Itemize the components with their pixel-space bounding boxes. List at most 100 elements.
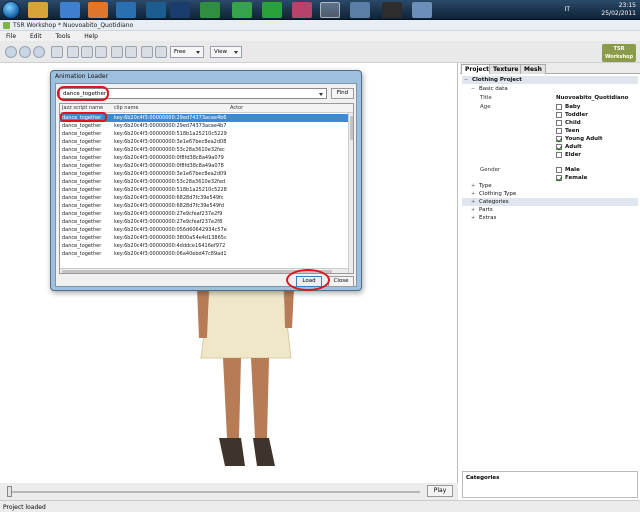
section-clothing-project[interactable]: − Clothing Project <box>462 76 638 84</box>
column-header-jazz[interactable]: Jazz script name <box>62 105 103 111</box>
menu-help[interactable]: Help <box>78 31 104 40</box>
chevron-down-icon <box>196 51 200 54</box>
chevron-down-icon[interactable] <box>319 93 323 96</box>
list-row[interactable]: dance_together key:6b20c4f3:00000000:3800… <box>60 234 348 242</box>
checkbox-label: Adult <box>565 144 582 150</box>
logo-text-workshop: Workshop <box>604 54 634 60</box>
list-row[interactable]: dance_together key:6b20c4f3:00000000:056d… <box>60 226 348 234</box>
camera-icon[interactable] <box>111 46 123 58</box>
clock[interactable]: 23:15 25/02/2011 <box>601 2 636 18</box>
checkbox[interactable] <box>556 112 562 118</box>
clip-name: key:6b20c4f3:00000000:06a40ebd47c89ad1 <box>114 251 227 257</box>
jazz-script-name: dance_together <box>62 187 102 193</box>
checkbox[interactable] <box>556 144 562 150</box>
timeline-slider-thumb[interactable] <box>7 486 12 497</box>
list-row[interactable]: dance_together key:6b20c4f3:00000000:3e1e… <box>60 170 348 178</box>
tab-mesh[interactable]: Mesh <box>520 64 546 74</box>
sims-taskbar-icon[interactable] <box>200 2 220 18</box>
list-row[interactable]: dance_together key:6b20c4f3:00000000:518b… <box>60 130 348 138</box>
checkbox[interactable] <box>556 128 562 134</box>
list-row[interactable]: dance_together key:6b20c4f3:00000000:0f8f… <box>60 154 348 162</box>
menu-edit[interactable]: Edit <box>24 31 48 40</box>
section-basic-data[interactable]: − Basic data <box>462 85 638 93</box>
firefox-taskbar-icon[interactable] <box>88 2 108 18</box>
light-icon[interactable] <box>81 46 93 58</box>
column-header-actor[interactable]: Actor <box>230 105 243 111</box>
group-row[interactable]: + Clothing Type <box>462 190 638 198</box>
scrollbar-thumb[interactable] <box>350 116 353 140</box>
tsr-workshop-taskbar-icon[interactable] <box>320 2 340 18</box>
collapse-icon[interactable]: − <box>471 87 475 92</box>
list-row[interactable]: dance_together key:6b20c4f3:00000000:6828… <box>60 194 348 202</box>
list-row[interactable]: dance_together key:6b20c4f3:00000000:4ddd… <box>60 242 348 250</box>
list-vertical-scrollbar[interactable] <box>348 113 353 273</box>
menu-tools[interactable]: Tools <box>50 31 77 40</box>
checkbox[interactable] <box>556 152 562 158</box>
explorer-taskbar-icon[interactable] <box>28 2 48 18</box>
expand-icon[interactable]: + <box>471 184 475 189</box>
list-row[interactable]: dance_together key:6b20c4f3:00000000:6828… <box>60 202 348 210</box>
property-title[interactable]: Title Nuovoabito_Quotidiano <box>462 94 638 102</box>
list-row[interactable]: dance_together key:6b20c4f3:00000000:06a4… <box>60 250 348 258</box>
column-header-clip[interactable]: clip name <box>114 105 138 111</box>
pencil-icon[interactable] <box>155 46 167 58</box>
camera-mode-dropdown[interactable]: Free <box>170 46 204 58</box>
expand-icon[interactable]: + <box>471 192 475 197</box>
view-mode-icon-3[interactable] <box>33 46 45 58</box>
list-row[interactable]: dance_together key:6b20c4f3:00000000:0f8f… <box>60 162 348 170</box>
app-taskbar-icon-3[interactable] <box>292 2 312 18</box>
checkbox[interactable] <box>556 167 562 173</box>
checkbox[interactable] <box>556 120 562 126</box>
view-mode-icon-2[interactable] <box>19 46 31 58</box>
group-row[interactable]: + Extras <box>462 214 638 222</box>
shadow-icon[interactable] <box>95 46 107 58</box>
jazz-script-name: dance_together <box>62 251 102 257</box>
floor-icon[interactable] <box>125 46 137 58</box>
language-indicator[interactable]: IT <box>565 6 570 13</box>
chevron-down-icon <box>234 51 238 54</box>
list-row[interactable]: dance_together key:6b20c4f3:00000000:518b… <box>60 186 348 194</box>
word-taskbar-icon[interactable] <box>382 2 402 18</box>
grid-icon[interactable] <box>51 46 63 58</box>
mesh-icon[interactable] <box>67 46 79 58</box>
tab-texture[interactable]: Texture <box>489 64 523 74</box>
view-dropdown[interactable]: View <box>210 46 242 58</box>
checkbox[interactable] <box>556 175 562 181</box>
photoshop-taskbar-icon[interactable] <box>170 2 190 18</box>
group-row[interactable]: + Type <box>462 182 638 190</box>
list-row[interactable]: dance_together key:6b20c4f3:00000000:3e1e… <box>60 138 348 146</box>
view-mode-icon[interactable] <box>5 46 17 58</box>
media-taskbar-icon[interactable] <box>146 2 166 18</box>
collapse-icon[interactable]: − <box>464 78 468 83</box>
title-value[interactable]: Nuovoabito_Quotidiano <box>556 94 628 102</box>
checkbox[interactable] <box>556 136 562 142</box>
app-taskbar-icon-4[interactable] <box>350 2 370 18</box>
list-row[interactable]: dance_together key:6b20c4f3:00000000:27e9… <box>60 218 348 226</box>
app-taskbar-icon[interactable] <box>116 2 136 18</box>
list-row[interactable]: dance_together key:6b20c4f3:00000000:27e9… <box>60 210 348 218</box>
section-label: Clothing Project <box>472 77 522 83</box>
animation-list[interactable]: Jazz script name clip name Actor dance_t… <box>59 103 354 274</box>
highlight-circle-search <box>57 86 109 101</box>
list-row[interactable]: dance_together key:6b20c4f3:00000000:29ed… <box>60 122 348 130</box>
jazz-script-name: dance_together <box>62 179 102 185</box>
find-button[interactable]: Find <box>331 88 354 99</box>
checkbox[interactable] <box>556 104 562 110</box>
app-taskbar-icon-2[interactable] <box>262 2 282 18</box>
timeline-slider-track[interactable] <box>8 491 420 493</box>
list-row[interactable]: dance_together key:6b20c4f3:00000000:53c2… <box>60 178 348 186</box>
close-button[interactable]: Close <box>328 276 354 287</box>
bone-icon[interactable] <box>141 46 153 58</box>
group-row[interactable]: + Categories <box>462 198 638 206</box>
expand-icon[interactable]: + <box>471 200 475 205</box>
expand-icon[interactable]: + <box>471 208 475 213</box>
expand-icon[interactable]: + <box>471 216 475 221</box>
sims-taskbar-icon-2[interactable] <box>232 2 252 18</box>
menu-file[interactable]: File <box>0 31 22 40</box>
list-row[interactable]: dance_together key:6b20c4f3:00000000:53c2… <box>60 146 348 154</box>
play-button[interactable]: Play <box>427 485 453 497</box>
group-row[interactable]: + Parts <box>462 206 638 214</box>
start-button[interactable] <box>2 1 20 19</box>
ie-taskbar-icon[interactable] <box>60 2 80 18</box>
app-taskbar-icon-5[interactable] <box>412 2 432 18</box>
